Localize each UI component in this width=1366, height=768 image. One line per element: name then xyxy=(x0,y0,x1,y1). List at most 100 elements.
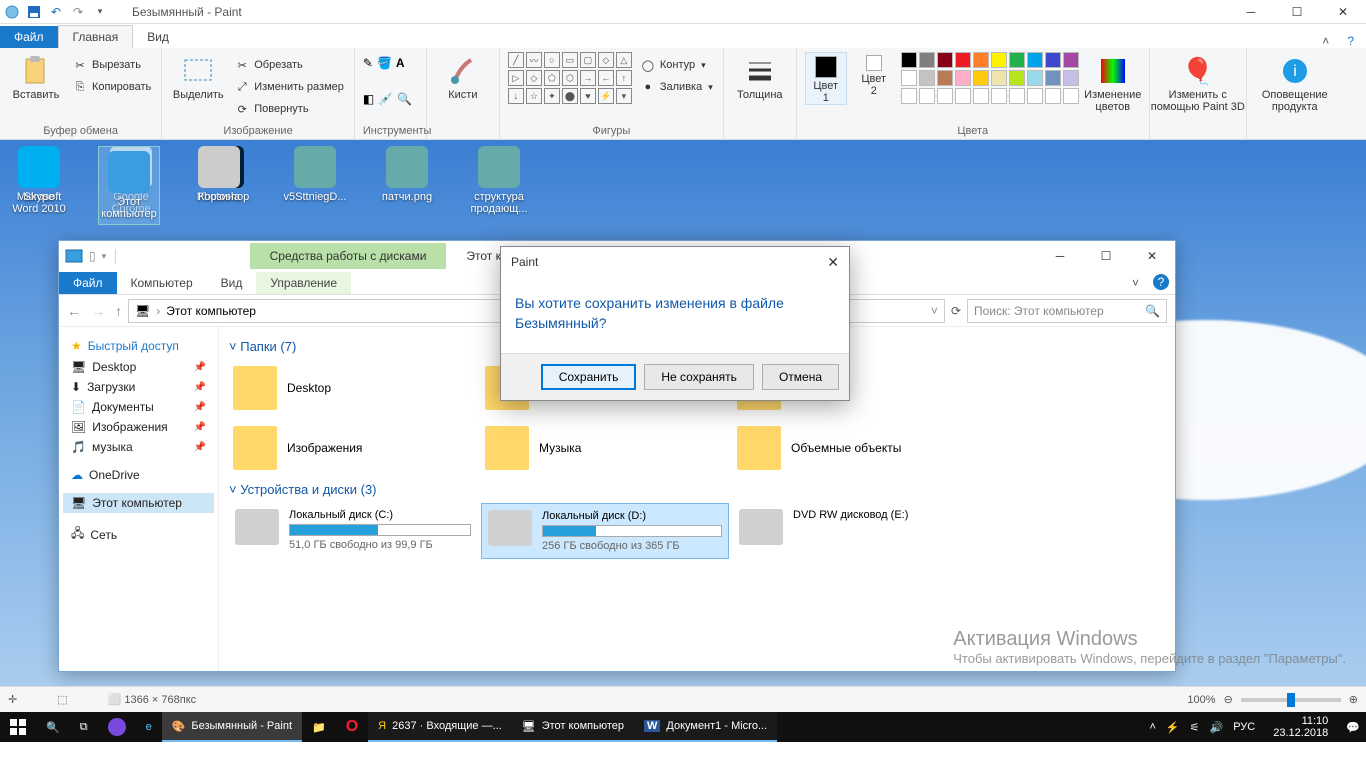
folder-item[interactable]: Объемные объекты xyxy=(733,420,981,476)
palette-swatch[interactable] xyxy=(919,70,935,86)
action-center-icon[interactable]: 💬 xyxy=(1346,721,1360,734)
palette-swatch[interactable] xyxy=(991,52,1007,68)
palette-swatch[interactable] xyxy=(937,52,953,68)
text-tool-icon[interactable]: A xyxy=(396,56,405,70)
disk-tools-tab[interactable]: Средства работы с дисками xyxy=(250,243,447,269)
cut-button[interactable]: ✂Вырезать xyxy=(70,55,153,75)
explorer-search[interactable]: Поиск: Этот компьютер 🔍 xyxy=(967,299,1167,323)
paste-button[interactable]: Вставить xyxy=(8,52,64,101)
explorer-maximize[interactable]: ☐ xyxy=(1083,241,1129,271)
color1-button[interactable]: Цвет 1 xyxy=(805,52,847,105)
palette-swatch[interactable] xyxy=(1063,52,1079,68)
palette-swatch[interactable] xyxy=(901,52,917,68)
tray-lang[interactable]: РУС xyxy=(1233,721,1255,733)
palette-swatch[interactable] xyxy=(955,70,971,86)
start-button[interactable] xyxy=(0,712,36,742)
palette-swatch[interactable] xyxy=(1009,52,1025,68)
pencil-tool-icon[interactable]: ✎ xyxy=(363,56,373,70)
color2-button[interactable]: Цвет 2 xyxy=(853,52,895,97)
fill-tool-icon[interactable]: 🪣 xyxy=(377,56,392,70)
palette-swatch[interactable] xyxy=(973,88,989,104)
sidebar-onedrive[interactable]: ☁OneDrive xyxy=(63,465,214,485)
forward-icon[interactable]: → xyxy=(91,303,105,319)
desktop-icon[interactable]: Skype xyxy=(8,146,70,225)
palette-swatch[interactable] xyxy=(1045,70,1061,86)
drive-item[interactable]: DVD RW дисковод (E:) xyxy=(733,503,981,559)
tab-view[interactable]: Вид xyxy=(133,26,183,48)
outline-button[interactable]: ◯Контур▾ xyxy=(638,55,715,75)
dialog-cancel-button[interactable]: Отмена xyxy=(762,364,839,390)
palette-swatch[interactable] xyxy=(955,52,971,68)
taskbar-thispc[interactable]: 🖥Этот компьютер xyxy=(512,712,634,742)
select-button[interactable]: Выделить xyxy=(170,52,226,101)
palette-swatch[interactable] xyxy=(991,70,1007,86)
taskbar-explorer-pin[interactable]: 📁 xyxy=(302,712,336,742)
taskbar-yandex[interactable]: Я2637 · Входящие —... xyxy=(368,712,512,742)
maximize-button[interactable]: ☐ xyxy=(1274,0,1320,24)
palette-swatch[interactable] xyxy=(1063,88,1079,104)
palette-swatch[interactable] xyxy=(1009,70,1025,86)
palette-swatch[interactable] xyxy=(901,88,917,104)
drives-header[interactable]: ˅ Устройства и диски (3) xyxy=(229,476,1165,503)
tray-volume-icon[interactable]: 🔊 xyxy=(1210,721,1224,734)
thickness-button[interactable]: Толщина xyxy=(732,52,788,101)
search-taskbar-icon[interactable]: 🔍 xyxy=(36,712,70,742)
crop-button[interactable]: ✂Обрезать xyxy=(232,55,346,75)
sidebar-item[interactable]: 🖥Desktop📌 xyxy=(63,357,214,377)
explorer-tab-view[interactable]: Вид xyxy=(207,272,257,294)
desktop-icon[interactable]: Корзина xyxy=(188,146,250,225)
folder-item[interactable]: Музыка xyxy=(481,420,729,476)
eraser-tool-icon[interactable]: ◧ xyxy=(363,92,374,106)
explorer-collapse-icon[interactable]: ˅ xyxy=(1124,272,1147,294)
palette-swatch[interactable] xyxy=(1009,88,1025,104)
explorer-help-icon[interactable]: ? xyxy=(1153,274,1169,290)
brushes-button[interactable]: Кисти xyxy=(435,52,491,101)
redo-icon[interactable]: ↷ xyxy=(70,4,86,20)
explorer-qat-icon[interactable]: ▯ xyxy=(89,249,96,263)
explorer-tab-manage[interactable]: Управление xyxy=(256,272,351,294)
taskbar-clock[interactable]: 11:10 23.12.2018 xyxy=(1265,715,1336,739)
dialog-nosave-button[interactable]: Не сохранять xyxy=(644,364,754,390)
zoom-out-icon[interactable]: ⊖ xyxy=(1224,693,1233,706)
palette-swatch[interactable] xyxy=(937,88,953,104)
palette-swatch[interactable] xyxy=(973,70,989,86)
edge-icon[interactable]: e xyxy=(136,712,162,742)
folder-item[interactable]: Изображения xyxy=(229,420,477,476)
sidebar-network[interactable]: 🖧Сеть xyxy=(63,521,214,548)
sidebar-item[interactable]: ⬇Загрузки📌 xyxy=(63,377,214,397)
folder-item[interactable]: Desktop xyxy=(229,360,477,416)
undo-icon[interactable]: ↶ xyxy=(48,4,64,20)
zoom-slider[interactable] xyxy=(1241,698,1341,702)
refresh-icon[interactable]: ⟳ xyxy=(951,304,961,318)
zoom-in-icon[interactable]: ⊕ xyxy=(1349,693,1358,706)
up-icon[interactable]: ↑ xyxy=(115,303,122,319)
product-alert-button[interactable]: i Оповещение продукта xyxy=(1255,52,1335,113)
tab-home[interactable]: Главная xyxy=(58,25,134,48)
sidebar-item[interactable]: 🖼Изображения📌 xyxy=(63,417,214,437)
desktop-icon[interactable]: Этот компьютер xyxy=(98,146,160,225)
taskview-icon[interactable]: ⧉ xyxy=(70,712,98,742)
palette-swatch[interactable] xyxy=(937,70,953,86)
drive-item[interactable]: Локальный диск (D:)256 ГБ свободно из 36… xyxy=(481,503,729,559)
palette-swatch[interactable] xyxy=(1027,88,1043,104)
explorer-tab-file[interactable]: Файл xyxy=(59,272,117,294)
tab-file[interactable]: Файл xyxy=(0,26,58,48)
explorer-close[interactable]: ✕ xyxy=(1129,241,1175,271)
ribbon-collapse-icon[interactable]: ˄ xyxy=(1322,34,1329,48)
tray-chevron-icon[interactable]: ˄ xyxy=(1149,721,1155,733)
palette-swatch[interactable] xyxy=(919,52,935,68)
sidebar-thispc[interactable]: 🖥Этот компьютер xyxy=(63,493,214,513)
drive-item[interactable]: Локальный диск (C:)51,0 ГБ свободно из 9… xyxy=(229,503,477,559)
minimize-button[interactable]: ─ xyxy=(1228,0,1274,24)
dialog-close-icon[interactable]: ✕ xyxy=(827,254,839,271)
color-palette[interactable] xyxy=(901,52,1079,104)
palette-swatch[interactable] xyxy=(1027,70,1043,86)
taskbar-opera[interactable]: O xyxy=(336,712,368,742)
cortana-icon[interactable] xyxy=(98,712,136,742)
copy-button[interactable]: ⎘Копировать xyxy=(70,77,153,97)
paint-canvas[interactable]: Microsoft Word 2010Google ChromePhotosho… xyxy=(0,140,1366,686)
shapes-gallery[interactable]: ╱〰○▭▢◇△ ▷◇⬠⬡→←↑ ↓☆✦⬤♥⚡▾ xyxy=(508,52,632,104)
sidebar-item[interactable]: 🎵музыка📌 xyxy=(63,437,214,457)
fill-button[interactable]: ●Заливка▾ xyxy=(638,77,715,97)
zoom-tool-icon[interactable]: 🔍 xyxy=(397,92,412,106)
